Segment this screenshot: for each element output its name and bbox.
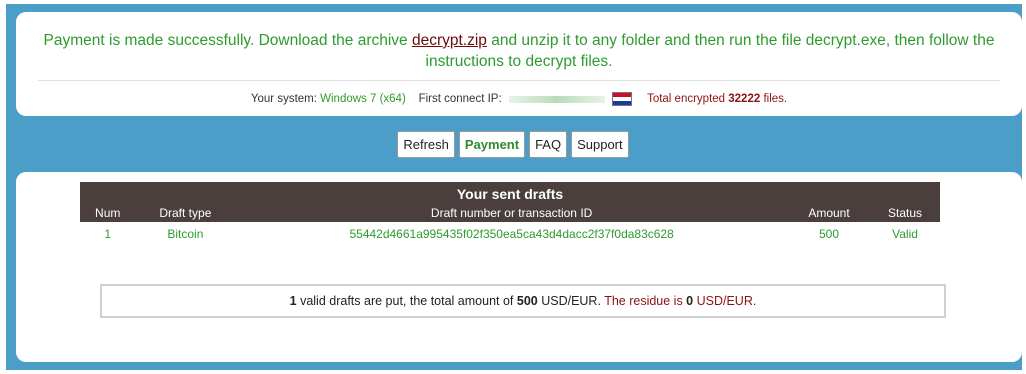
summary-amount: 500 xyxy=(516,294,538,308)
drafts-summary: 1 valid drafts are put, the total amount… xyxy=(100,284,946,318)
nav-bar: Refresh Payment FAQ Support xyxy=(0,131,1026,158)
cell-amount: 500 xyxy=(819,227,840,241)
refresh-button[interactable]: Refresh xyxy=(397,131,455,158)
cell-num: 1 xyxy=(104,227,112,241)
total-label: Total encrypted xyxy=(647,93,726,106)
payment-success-message: Payment is made successfully. Download t… xyxy=(16,30,1022,72)
col-status: Status xyxy=(870,204,940,222)
drafts-panel: Your sent drafts Num Draft type Draft nu… xyxy=(16,172,1022,362)
col-num: Num xyxy=(80,204,136,222)
system-info: Your system: Windows 7 (x64) First conne… xyxy=(16,92,1022,106)
system-value: Windows 7 (x64) xyxy=(320,93,406,106)
table-row: 1 Bitcoin 55442d4661a995435f02f350ea5ca4… xyxy=(80,222,940,246)
summary-text-1: valid drafts are put, the total amount o… xyxy=(296,294,517,308)
residue-label: The residue is xyxy=(604,294,687,308)
total-suffix: files. xyxy=(763,93,788,106)
drafts-table: Your sent drafts Num Draft type Draft nu… xyxy=(80,182,940,246)
col-amount: Amount xyxy=(787,204,871,222)
payment-button[interactable]: Payment xyxy=(458,131,526,158)
summary-text-3: USD/EUR. xyxy=(693,294,757,308)
cell-status: Valid xyxy=(892,227,918,241)
faq-button[interactable]: FAQ xyxy=(529,131,568,158)
cell-transaction-id: 55442d4661a995435f02f350ea5ca43d4dacc2f3… xyxy=(349,227,674,241)
total-encrypted-count: 32222 xyxy=(728,93,761,106)
drafts-table-title: Your sent drafts xyxy=(80,182,940,204)
col-transaction-id: Draft number or transaction ID xyxy=(235,204,788,222)
system-label: Your system: xyxy=(250,93,317,106)
message-text-1: Payment is made successfully. Download t… xyxy=(43,32,412,49)
decrypt-zip-link[interactable]: decrypt.zip xyxy=(412,32,487,49)
ip-redacted xyxy=(508,95,605,103)
ip-label: First connect IP: xyxy=(418,93,502,106)
summary-text-2: USD/EUR. xyxy=(537,294,605,308)
country-flag-icon xyxy=(612,92,633,106)
message-text-2: and unzip it to any folder and then run … xyxy=(425,32,995,70)
support-button[interactable]: Support xyxy=(571,131,629,158)
cell-draft-type: Bitcoin xyxy=(167,227,204,241)
status-panel: Payment is made successfully. Download t… xyxy=(16,12,1022,116)
col-draft-type: Draft type xyxy=(135,204,236,222)
summary-count: 1 xyxy=(289,294,297,308)
divider xyxy=(38,80,1000,81)
